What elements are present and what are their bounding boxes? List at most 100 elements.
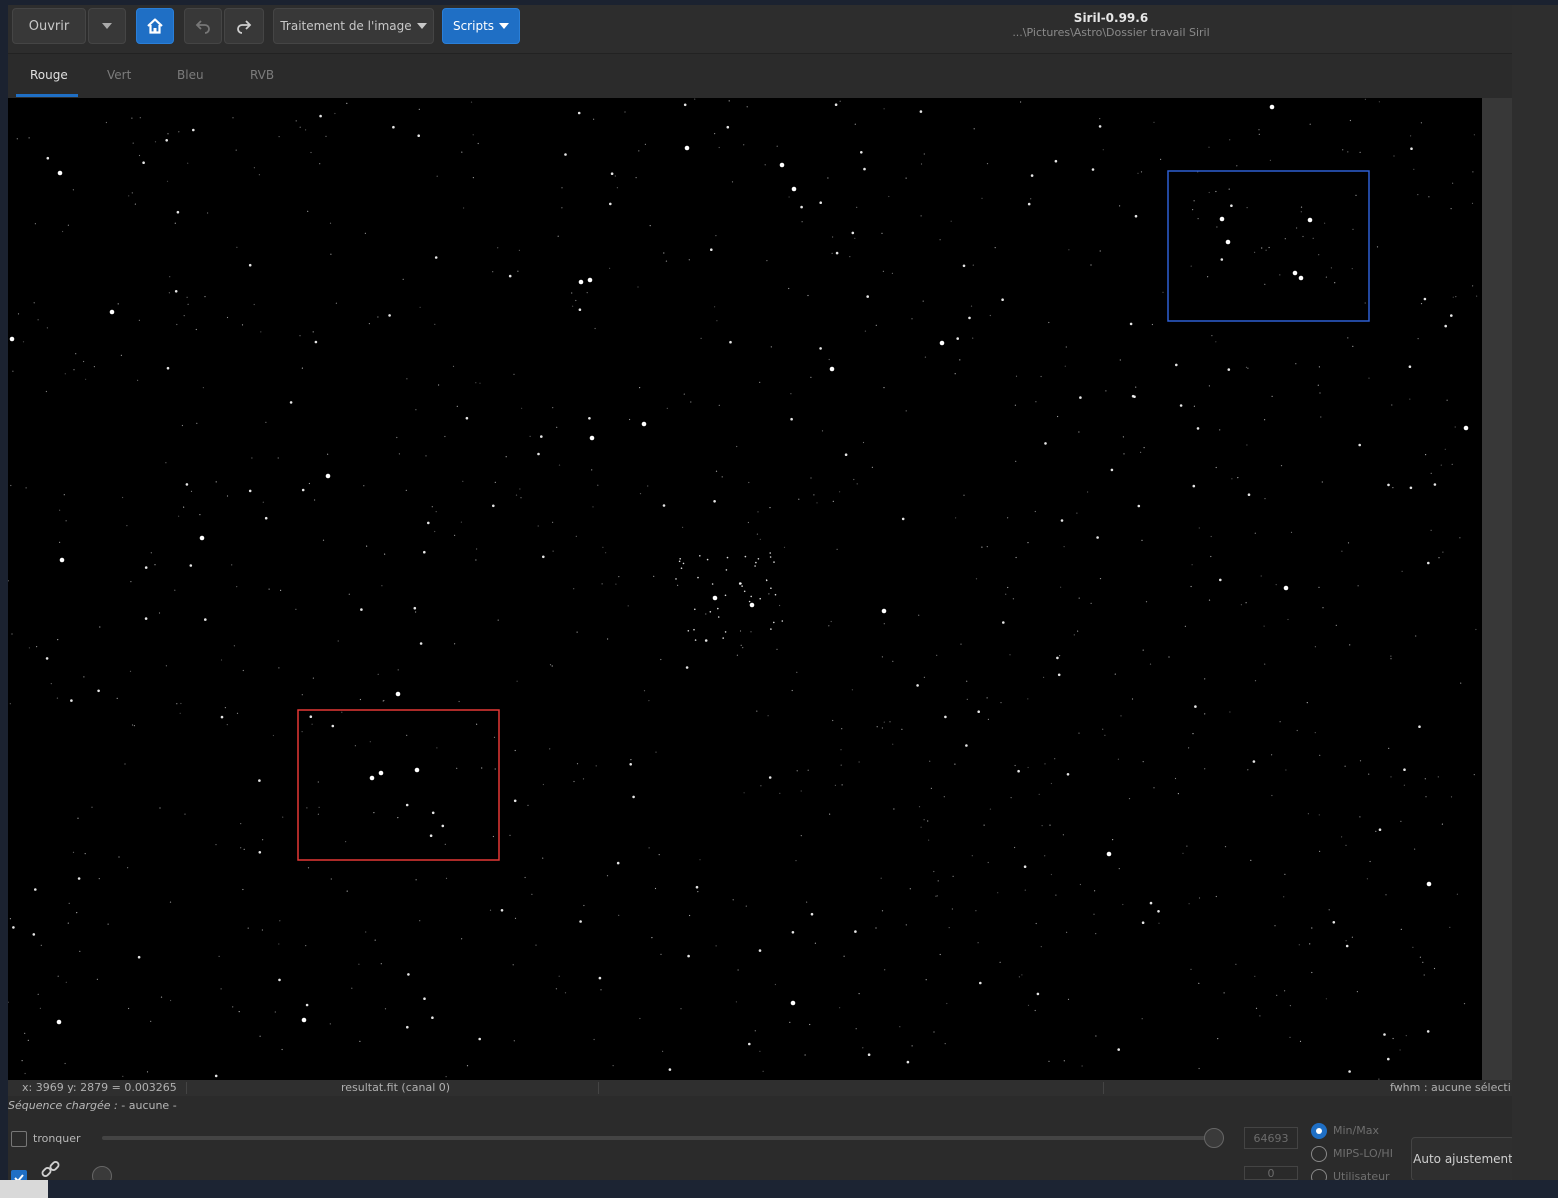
- star: [97, 689, 100, 693]
- auto-adjust-button[interactable]: Auto ajustement: [1411, 1137, 1515, 1181]
- star: [1007, 517, 1009, 519]
- radio-mips[interactable]: [1311, 1146, 1327, 1162]
- high-threshold-field[interactable]: 64693: [1244, 1127, 1298, 1149]
- star: [131, 117, 133, 119]
- star: [160, 996, 163, 998]
- star: [836, 548, 838, 550]
- scripts-menu[interactable]: Scripts: [442, 8, 520, 44]
- star: [1237, 477, 1239, 479]
- star: [1330, 267, 1332, 269]
- star: [57, 639, 59, 641]
- star: [754, 1030, 756, 1032]
- selection-box-red[interactable]: [297, 709, 500, 861]
- star: [438, 384, 440, 386]
- star: [832, 719, 834, 722]
- star: [64, 1062, 66, 1065]
- vertical-scrollbar[interactable]: [1482, 98, 1512, 1080]
- star: [1393, 155, 1395, 157]
- selection-box-blue[interactable]: [1167, 170, 1370, 322]
- tab-green[interactable]: Vert: [107, 68, 131, 82]
- sequence-status: Séquence chargée : - aucune -: [8, 1099, 177, 1112]
- star: [807, 769, 809, 771]
- open-button[interactable]: Ouvrir: [12, 8, 86, 44]
- star: [494, 768, 496, 770]
- high-threshold-slider[interactable]: [102, 1136, 1212, 1140]
- radio-minmax[interactable]: [1311, 1123, 1327, 1139]
- status-separator: [1103, 1082, 1104, 1094]
- redo-button[interactable]: [224, 8, 264, 44]
- star: [1175, 363, 1178, 367]
- star: [1390, 658, 1392, 660]
- star: [688, 259, 690, 261]
- star: [1383, 1033, 1386, 1036]
- star: [586, 292, 588, 294]
- star: [131, 192, 133, 194]
- star-field-image[interactable]: [8, 98, 1482, 1080]
- star: [860, 151, 863, 154]
- tab-red[interactable]: Rouge: [30, 68, 68, 82]
- star: [373, 812, 375, 814]
- star: [132, 142, 134, 144]
- tab-rgb[interactable]: RVB: [250, 68, 274, 82]
- tab-blue[interactable]: Bleu: [177, 68, 204, 82]
- star: [380, 963, 382, 965]
- star: [1118, 868, 1120, 870]
- star: [764, 164, 766, 166]
- high-threshold-knob[interactable]: [1204, 1128, 1224, 1148]
- star: [32, 933, 36, 936]
- star: [1325, 998, 1327, 1000]
- star: [77, 817, 79, 819]
- star: [542, 555, 545, 559]
- star: [1017, 769, 1020, 773]
- star: [204, 296, 206, 298]
- star: [1095, 933, 1097, 935]
- star: [1283, 585, 1289, 591]
- star: [1134, 214, 1138, 218]
- star: [189, 564, 193, 567]
- star: [1412, 946, 1414, 949]
- star: [665, 260, 668, 262]
- clip-checkbox[interactable]: [11, 1131, 27, 1147]
- star: [1328, 909, 1330, 911]
- star: [214, 1074, 218, 1078]
- star: [1153, 121, 1155, 123]
- low-threshold-field[interactable]: 0: [1244, 1166, 1298, 1180]
- recent-files-dropdown[interactable]: [88, 8, 126, 44]
- image-canvas[interactable]: [8, 98, 1482, 1080]
- star: [1403, 784, 1405, 786]
- star: [505, 456, 507, 458]
- star: [944, 715, 947, 719]
- home-button[interactable]: [136, 8, 174, 44]
- undo-button[interactable]: [184, 8, 222, 44]
- star: [494, 481, 496, 483]
- star: [1392, 1037, 1394, 1040]
- star: [592, 506, 594, 508]
- star: [309, 715, 313, 718]
- star: [359, 1040, 361, 1042]
- star: [743, 144, 745, 146]
- star: [906, 1060, 910, 1064]
- image-processing-menu[interactable]: Traitement de l'image: [273, 8, 434, 44]
- star: [365, 931, 367, 933]
- star: [444, 435, 446, 438]
- star: [17, 313, 20, 315]
- star: [154, 141, 157, 143]
- star: [1231, 478, 1233, 480]
- star: [466, 1065, 469, 1067]
- star: [831, 252, 833, 254]
- star: [1120, 715, 1122, 717]
- star: [124, 763, 126, 765]
- star: [858, 761, 860, 763]
- star: [986, 697, 988, 699]
- star: [325, 135, 327, 137]
- star: [253, 167, 255, 169]
- star: [317, 813, 319, 815]
- star: [240, 823, 242, 825]
- star: [638, 150, 640, 152]
- star: [835, 251, 839, 255]
- star: [232, 117, 234, 119]
- star: [465, 416, 469, 420]
- star: [1471, 202, 1474, 204]
- star: [1250, 859, 1252, 862]
- star: [1034, 510, 1036, 513]
